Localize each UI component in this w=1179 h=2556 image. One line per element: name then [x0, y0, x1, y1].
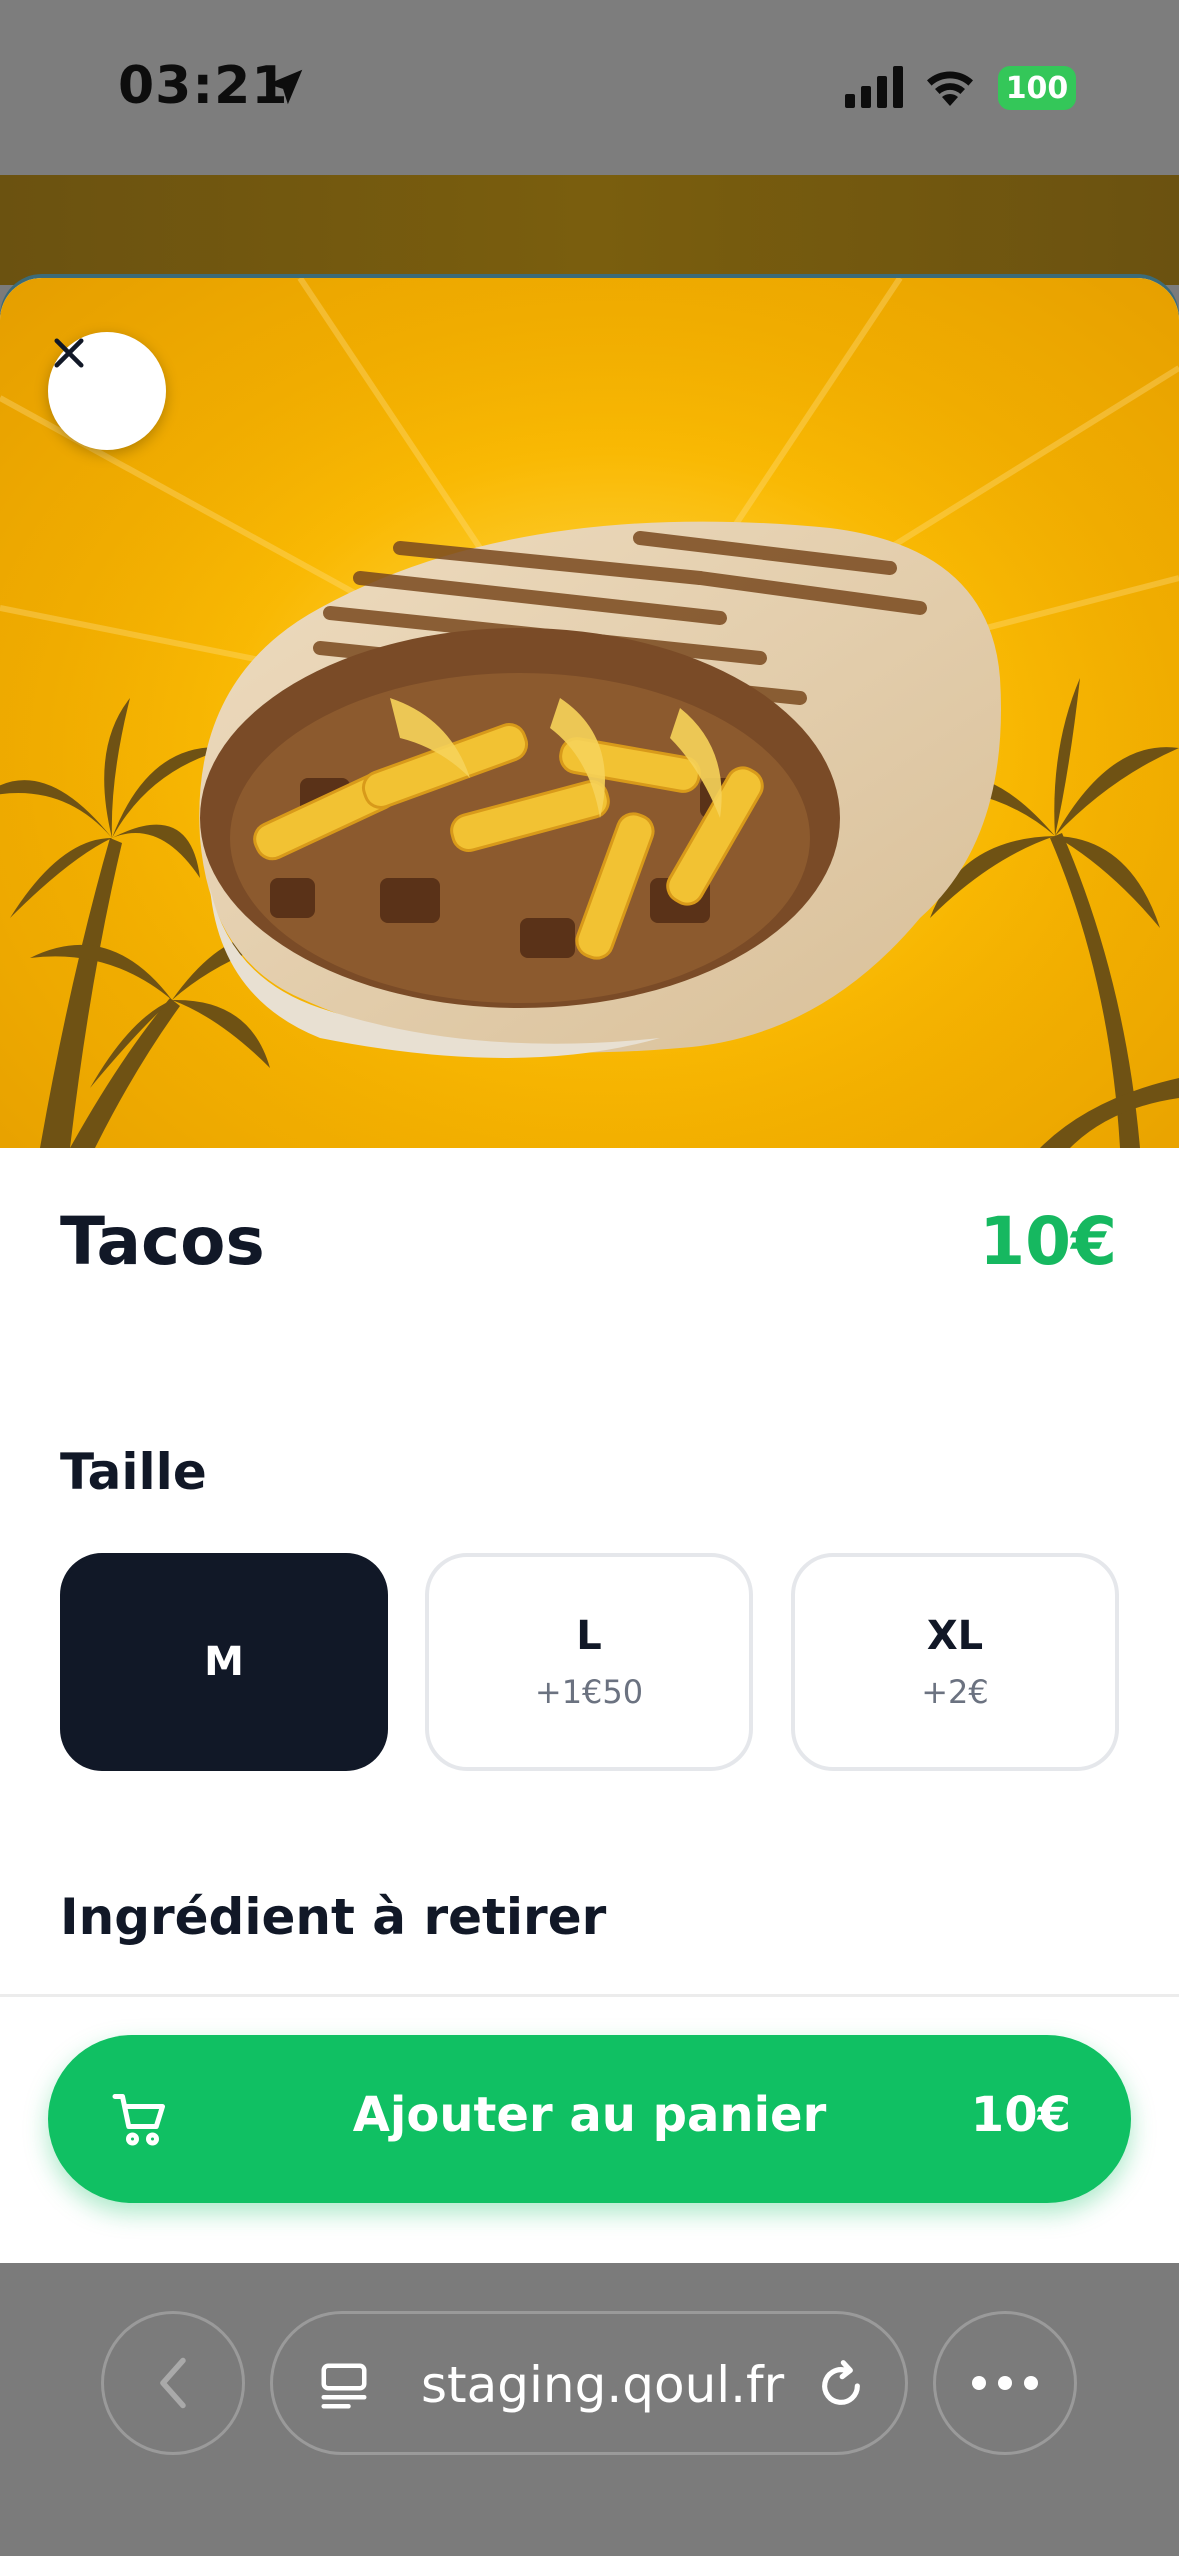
browser-toolbar: staging.qoul.fr [0, 2263, 1179, 2556]
close-icon [54, 338, 84, 368]
size-option-l[interactable]: L +1€50 [425, 1553, 753, 1771]
location-arrow-icon [267, 69, 303, 105]
size-section-heading: Taille [60, 1443, 207, 1501]
dot-icon [972, 2376, 986, 2390]
reload-icon[interactable] [813, 2358, 869, 2414]
status-bar: 03:21 100 [0, 0, 1179, 175]
dot-icon [998, 2376, 1012, 2390]
more-options-button[interactable] [933, 2311, 1077, 2455]
address-bar[interactable]: staging.qoul.fr [270, 2311, 908, 2455]
size-option-xl[interactable]: XL +2€ [791, 1553, 1119, 1771]
close-button[interactable] [48, 332, 166, 450]
remove-ingredient-heading: Ingrédient à retirer [60, 1888, 607, 1946]
wifi-icon [927, 71, 973, 106]
add-to-cart-price: 10€ [970, 2087, 1071, 2143]
back-button[interactable] [101, 2311, 245, 2455]
product-sheet: Tacos 10€ Taille M L +1€50 XL +2€ Ingréd… [0, 278, 1179, 2263]
tacos-illustration [0, 278, 1179, 1148]
size-option-label: XL [926, 1613, 984, 1659]
backdrop[interactable] [0, 175, 1179, 285]
add-to-cart-button[interactable]: Ajouter au panier 10€ [48, 2035, 1131, 2203]
size-option-extra-price: +2€ [921, 1673, 989, 1711]
page-menu-icon [321, 2363, 367, 2409]
battery-indicator: 100 [998, 66, 1076, 110]
product-title: Tacos [60, 1203, 265, 1280]
url-text: staging.qoul.fr [421, 2356, 785, 2414]
product-image [0, 278, 1179, 1148]
chevron-left-icon [160, 2357, 186, 2409]
product-price: 10€ [979, 1203, 1117, 1280]
add-to-cart-label: Ajouter au panier [352, 2087, 827, 2143]
size-option-label: M [204, 1639, 244, 1685]
size-option-m[interactable]: M [60, 1553, 388, 1771]
size-option-label: L [576, 1613, 602, 1659]
dot-icon [1024, 2376, 1038, 2390]
size-option-extra-price: +1€50 [534, 1673, 644, 1711]
divider [0, 1994, 1179, 1997]
cellular-signal-icon [845, 66, 903, 108]
